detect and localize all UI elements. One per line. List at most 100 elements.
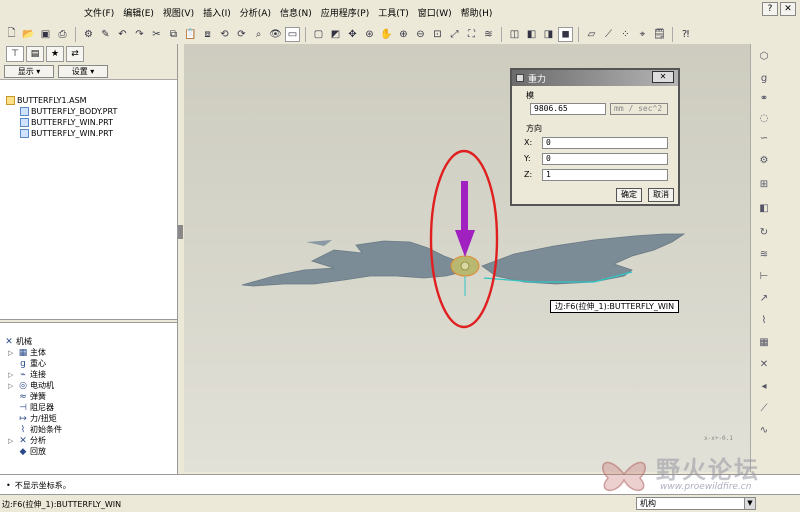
folder-browser-tab-icon[interactable]: ▤ bbox=[26, 46, 44, 62]
close-window-button[interactable]: ✕ bbox=[780, 2, 796, 16]
save-icon[interactable]: ▣ bbox=[38, 27, 53, 42]
selection-filter-icon[interactable]: ▭ bbox=[285, 26, 300, 42]
refit-icon[interactable]: ⊡ bbox=[430, 27, 445, 42]
model-tree-item[interactable]: BUTTERFLY1.ASM bbox=[6, 96, 87, 105]
pan-icon[interactable]: ✋ bbox=[379, 27, 394, 42]
regen-model-icon[interactable]: ⟲ bbox=[217, 27, 232, 42]
mechanism-tree-item[interactable]: ▷ ▦ 主体 bbox=[8, 347, 46, 358]
window-icon[interactable]: ▢ bbox=[311, 27, 326, 42]
edit-icon[interactable]: ✎ bbox=[98, 27, 113, 42]
coordinate-systems-icon[interactable]: ⌖ bbox=[635, 27, 650, 42]
menu-item[interactable]: 文件(F) bbox=[84, 6, 114, 19]
slot-icon[interactable]: ∽ bbox=[757, 132, 771, 146]
mechanism-tree-item[interactable]: ↦ 力/扭矩 bbox=[8, 413, 56, 424]
mass-properties-icon[interactable]: ▦ bbox=[757, 336, 771, 350]
cut-icon[interactable]: ✂ bbox=[149, 27, 164, 42]
mechanism-tree-item[interactable]: g 重心 bbox=[8, 358, 46, 369]
context-help-icon[interactable]: ⁈ bbox=[678, 27, 693, 42]
new-file-icon[interactable]: 🗋 bbox=[4, 27, 19, 42]
force-icon[interactable]: ↗ bbox=[757, 292, 771, 306]
datum-planes-icon[interactable]: ▱ bbox=[584, 27, 599, 42]
mechanism-tree-item[interactable]: ≈ 弹簧 bbox=[8, 391, 46, 402]
mechanism-tree-item[interactable]: ◆ 回放 bbox=[8, 446, 46, 457]
show-dropdown-button[interactable]: 显示 ▾ bbox=[4, 65, 54, 78]
driver-icon[interactable]: ◧ bbox=[757, 202, 771, 216]
playback-icon[interactable]: ◂ bbox=[757, 380, 771, 394]
menu-item[interactable]: 工具(T) bbox=[378, 6, 409, 19]
panel-splitter[interactable] bbox=[0, 319, 177, 323]
spring-icon[interactable]: ≋ bbox=[757, 248, 771, 262]
motor-icon[interactable]: ↻ bbox=[757, 226, 771, 240]
menu-item[interactable]: 应用程序(P) bbox=[321, 6, 369, 19]
sash-collapse-icon[interactable] bbox=[178, 225, 183, 239]
belt-icon[interactable]: ⊞ bbox=[757, 178, 771, 192]
redo-icon[interactable]: ↷ bbox=[132, 27, 147, 42]
orient-icon[interactable]: ⊛ bbox=[362, 27, 377, 42]
search-icon[interactable]: ⌕ bbox=[251, 27, 266, 42]
saved-views-icon[interactable]: ⛶ bbox=[464, 27, 479, 42]
model-tree-item[interactable]: BUTTERFLY_WIN.PRT bbox=[20, 129, 113, 138]
menu-item[interactable]: 视图(V) bbox=[163, 6, 194, 19]
mechanism-tree-item[interactable]: ▷ ⌁ 连接 bbox=[8, 369, 46, 380]
datum-axes-icon[interactable]: ⟋ bbox=[601, 27, 616, 42]
regenerate-icon[interactable]: ⚙ bbox=[81, 27, 96, 42]
analysis-icon[interactable]: ✕ bbox=[757, 358, 771, 372]
menu-item[interactable]: 窗口(W) bbox=[418, 6, 452, 19]
expand-icon[interactable]: ▷ bbox=[8, 349, 16, 357]
initial-condition-icon[interactable]: ⌇ bbox=[757, 314, 771, 328]
settings-dropdown-button[interactable]: 设置 ▾ bbox=[58, 65, 108, 78]
hidden-line-icon[interactable]: ◧ bbox=[524, 27, 539, 42]
zoom-out-icon[interactable]: ⊖ bbox=[413, 27, 428, 42]
trace-icon[interactable]: ∿ bbox=[757, 424, 771, 438]
gear-icon[interactable]: ⚙ bbox=[757, 154, 771, 168]
expand-icon[interactable]: ▷ bbox=[8, 382, 16, 390]
undo-icon[interactable]: ↶ bbox=[115, 27, 130, 42]
selection-filter-select[interactable]: 机构 ▼ bbox=[636, 497, 756, 510]
mechanism-tree-item[interactable]: ▷ ◎ 电动机 bbox=[8, 380, 54, 391]
modulus-input[interactable]: 9806.65 bbox=[530, 103, 606, 115]
mechanism-tree-item[interactable]: ✕ 机械 bbox=[4, 336, 32, 347]
model-tree-item[interactable]: BUTTERFLY_BODY.PRT bbox=[20, 107, 117, 116]
model-tree-item[interactable]: BUTTERFLY_WIN.PRT bbox=[20, 118, 113, 127]
cam-icon[interactable]: ◌ bbox=[757, 112, 771, 126]
body-definition-icon[interactable]: ⬡ bbox=[757, 50, 771, 64]
menu-item[interactable]: 分析(A) bbox=[240, 6, 271, 19]
menu-item[interactable]: 帮助(H) bbox=[461, 6, 493, 19]
regen-manager-icon[interactable]: ⟳ bbox=[234, 27, 249, 42]
open-file-icon[interactable]: 📂 bbox=[21, 27, 36, 42]
expand-icon[interactable]: ▷ bbox=[8, 437, 16, 445]
expand-icon[interactable]: ▷ bbox=[8, 371, 16, 379]
datum-points-icon[interactable]: ⁘ bbox=[618, 27, 633, 42]
cancel-button[interactable]: 取消 bbox=[648, 188, 674, 202]
menu-item[interactable]: 插入(I) bbox=[203, 6, 231, 19]
z-direction-input[interactable]: 1 bbox=[542, 169, 668, 181]
mechanism-tree-item[interactable]: ⊣ 阻尼器 bbox=[8, 402, 54, 413]
ok-button[interactable]: 确定 bbox=[616, 188, 642, 202]
annotations-icon[interactable]: 🗒 bbox=[652, 27, 667, 42]
mechanism-tree-item[interactable]: ⌇ 初始条件 bbox=[8, 424, 62, 435]
dialog-close-button[interactable]: ✕ bbox=[652, 71, 674, 83]
paste-special-icon[interactable]: ⧈ bbox=[200, 27, 215, 42]
model-tree-tab-icon[interactable]: ⊤ bbox=[6, 46, 24, 62]
no-hidden-icon[interactable]: ◨ bbox=[541, 27, 556, 42]
damper-icon[interactable]: ⊢ bbox=[757, 270, 771, 284]
chevron-down-icon[interactable]: ▼ bbox=[744, 498, 755, 509]
menu-item[interactable]: 信息(N) bbox=[280, 6, 312, 19]
connection-icon[interactable]: ⚭ bbox=[757, 92, 771, 106]
print-icon[interactable]: ⎙ bbox=[55, 27, 70, 42]
mechanism-tree-item[interactable]: ▷ ✕ 分析 bbox=[8, 435, 46, 446]
binoculars-icon[interactable]: 👁 bbox=[268, 27, 283, 42]
y-direction-input[interactable]: 0 bbox=[542, 153, 668, 165]
shading-icon[interactable]: ◼ bbox=[558, 26, 573, 42]
gravity-icon[interactable]: g bbox=[757, 72, 771, 86]
zoom-in-icon[interactable]: ⊕ bbox=[396, 27, 411, 42]
paste-icon[interactable]: 📋 bbox=[183, 27, 198, 42]
copy-icon[interactable]: ⧉ bbox=[166, 27, 181, 42]
repaint-icon[interactable]: ◩ bbox=[328, 27, 343, 42]
measure-icon[interactable]: ⟋ bbox=[757, 402, 771, 416]
wireframe-icon[interactable]: ◫ bbox=[507, 27, 522, 42]
favorites-tab-icon[interactable]: ★ bbox=[46, 46, 64, 62]
help-icon[interactable]: ? bbox=[762, 2, 778, 16]
spin-center-icon[interactable]: ✥ bbox=[345, 27, 360, 42]
reorient-icon[interactable]: ⤢ bbox=[447, 27, 462, 42]
